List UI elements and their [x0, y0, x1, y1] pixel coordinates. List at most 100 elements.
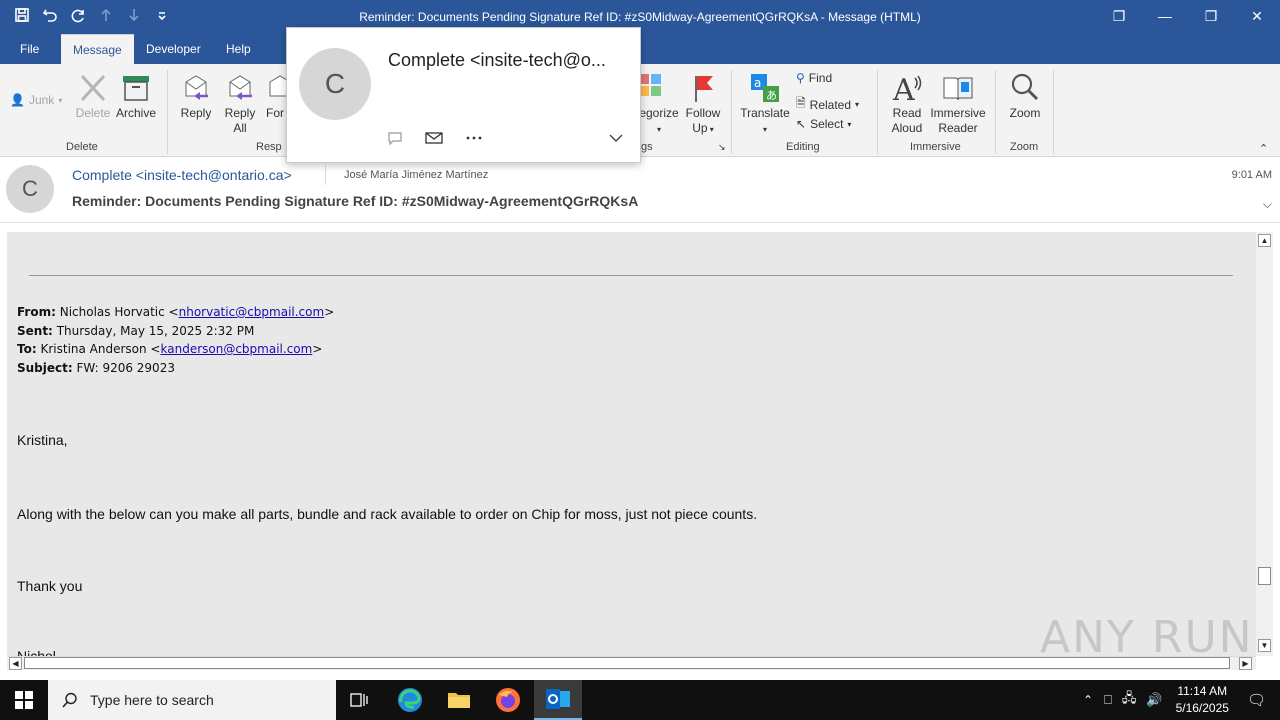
delete-button[interactable]: Delete — [75, 72, 111, 121]
zoom-magnifier-icon — [1011, 73, 1039, 101]
start-button[interactable] — [0, 680, 48, 720]
sender-avatar[interactable]: C — [6, 165, 54, 213]
forward-sent-line: Sent: Thursday, May 15, 2025 2:32 PM — [17, 324, 255, 338]
tab-developer[interactable]: Developer — [134, 34, 213, 64]
taskbar-search-box[interactable]: Type here to search — [48, 680, 336, 720]
reply-button[interactable]: Reply — [176, 72, 216, 121]
vertical-scrollbar[interactable]: ▲ ▼ — [1256, 232, 1273, 656]
related-button[interactable]: 🗎 Related ▾ — [796, 94, 859, 115]
task-view-button[interactable] — [336, 680, 384, 720]
svg-text:あ: あ — [766, 89, 777, 102]
message-header: C Complete <insite-tech@ontario.ca> José… — [0, 157, 1280, 223]
system-tray: ⌃ ⎕ 🖧 🔊 11:14 AM 5/16/2025 🗨 — [1077, 680, 1280, 720]
notifications-icon[interactable]: 🗨 — [1237, 691, 1280, 709]
taskbar-clock[interactable]: 11:14 AM 5/16/2025 — [1168, 683, 1237, 717]
message-body: From: Nicholas Horvatic <nhorvatic@cbpma… — [7, 232, 1256, 656]
taskbar: Type here to search ⌃ ⎕ 🖧 🔊 11:14 AM 5/1… — [0, 680, 1280, 720]
group-zoom-label: Zoom — [1010, 141, 1039, 153]
translate-icon: aあ — [751, 74, 779, 102]
forward-subject-line: Subject: FW: 9206 29023 — [17, 361, 175, 375]
archive-button[interactable]: Archive — [114, 72, 158, 121]
collapse-ribbon-icon[interactable]: ⌃ — [1259, 142, 1268, 155]
ribbon-display-options-icon[interactable]: ❐ — [1096, 0, 1142, 32]
scroll-up-button[interactable]: ▲ — [1258, 234, 1271, 247]
scroll-thumb[interactable] — [1258, 567, 1271, 585]
tab-message[interactable]: Message — [61, 34, 134, 64]
follow-up-button[interactable]: Follow Up ▾ — [682, 72, 724, 137]
message-time: 9:01 AM — [1231, 169, 1272, 181]
contact-actions — [387, 130, 483, 146]
group-tags-label: gs — [641, 141, 653, 153]
select-cursor-icon: ↖ — [796, 117, 807, 131]
minimize-button[interactable]: — — [1142, 0, 1188, 32]
windows-logo-icon — [15, 691, 33, 709]
sender-name[interactable]: Complete <insite-tech@ontario.ca> — [72, 167, 292, 183]
network-icon[interactable]: 🖧 — [1117, 689, 1142, 711]
recipient-name[interactable]: José María Jiménez Martínez — [344, 169, 488, 181]
forward-icon — [269, 75, 286, 97]
task-view-icon — [350, 693, 368, 707]
body-thanks: Thank you — [17, 578, 83, 594]
reply-icon — [185, 75, 208, 100]
mail-icon[interactable] — [425, 130, 443, 146]
read-aloud-icon: A — [892, 73, 922, 104]
expand-card-chevron-icon[interactable] — [608, 132, 624, 144]
body-signature: Nichol — [17, 648, 56, 656]
contact-name: Complete <insite-tech@o... — [388, 50, 606, 70]
find-icon: ⚲ — [796, 71, 805, 85]
categorize-icon — [639, 74, 661, 96]
close-button[interactable]: ✕ — [1234, 0, 1280, 32]
contact-card-popup: C Complete <insite-tech@o... — [286, 27, 641, 163]
reply-all-icon — [229, 75, 252, 100]
outlook-taskbar-button[interactable] — [534, 680, 582, 720]
from-email-link[interactable]: nhorvatic@cbpmail.com — [179, 305, 325, 319]
tab-file[interactable]: File — [8, 34, 51, 64]
scroll-left-button[interactable]: ◀ — [9, 657, 22, 670]
volume-icon[interactable]: 🔊 — [1141, 692, 1167, 708]
tab-help[interactable]: Help — [214, 34, 263, 64]
window-title: Reminder: Documents Pending Signature Re… — [359, 10, 921, 24]
read-aloud-button[interactable]: A Read Aloud — [885, 72, 929, 136]
related-icon: 🗎 — [796, 96, 806, 110]
file-explorer-button[interactable] — [435, 680, 483, 720]
svg-text:A: A — [892, 73, 915, 104]
delete-icon — [80, 74, 106, 102]
forward-button[interactable]: For — [264, 72, 286, 121]
translate-button[interactable]: aあ Translate ▾ — [740, 72, 790, 137]
svg-text:a: a — [754, 76, 761, 90]
network-device-icon[interactable]: ⎕ — [1099, 692, 1117, 708]
find-button[interactable]: ⚲ Find — [796, 71, 832, 85]
junk-icon: 👤 — [10, 93, 25, 107]
tags-dialog-launcher[interactable]: ↘ — [718, 142, 726, 153]
to-email-link[interactable]: kanderson@cbpmail.com — [161, 342, 313, 356]
archive-icon — [123, 76, 149, 101]
edge-icon — [398, 688, 422, 712]
categorize-button[interactable]: egorize ▾ — [637, 72, 681, 137]
more-options-icon[interactable] — [465, 130, 483, 146]
maximize-button[interactable]: ❐ — [1188, 0, 1234, 32]
group-editing-label: Editing — [786, 141, 820, 153]
zoom-button[interactable]: Zoom — [1004, 72, 1046, 121]
immersive-reader-icon — [943, 77, 973, 101]
group-respond-label: Resp — [256, 141, 282, 153]
divider — [29, 275, 1233, 276]
junk-button[interactable]: 👤 Junk ▾ — [10, 93, 62, 107]
immersive-reader-button[interactable]: Immersive Reader — [929, 72, 987, 136]
forward-from-line: From: Nicholas Horvatic <nhorvatic@cbpma… — [17, 305, 335, 319]
chat-icon[interactable] — [387, 130, 403, 146]
watermark-logo: ANY RUN — [1040, 612, 1254, 663]
message-subject: Reminder: Documents Pending Signature Re… — [72, 193, 639, 209]
firefox-icon — [496, 688, 520, 712]
contact-avatar: C — [299, 48, 371, 120]
scroll-down-button[interactable]: ▼ — [1258, 639, 1271, 652]
edge-browser-button[interactable] — [386, 680, 434, 720]
forward-to-line: To: Kristina Anderson <kanderson@cbpmail… — [17, 342, 323, 356]
group-delete-label: Delete — [66, 141, 98, 153]
expand-header-chevron-icon[interactable]: ⌵ — [1263, 197, 1272, 212]
firefox-button[interactable] — [484, 680, 532, 720]
folder-icon — [448, 693, 470, 708]
flag-icon — [695, 76, 713, 102]
reply-all-button[interactable]: Reply All — [220, 72, 260, 136]
show-hidden-icons-chevron-icon[interactable]: ⌃ — [1077, 693, 1099, 707]
select-button[interactable]: ↖ Select ▾ — [796, 117, 851, 131]
